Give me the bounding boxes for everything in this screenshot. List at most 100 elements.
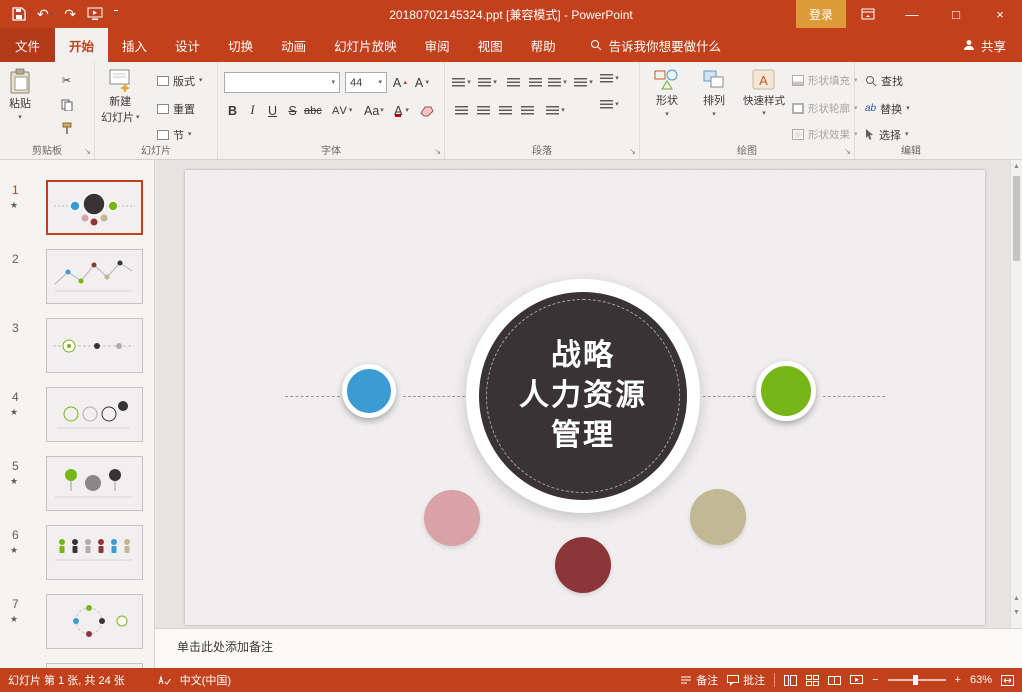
tab-design[interactable]: 设计 xyxy=(161,28,214,62)
quick-styles-button[interactable]: A 快速样式 ▾ xyxy=(738,68,790,117)
slide-thumbnail[interactable] xyxy=(46,456,143,511)
increase-font-button[interactable]: A▲ xyxy=(392,72,409,93)
font-color-button[interactable]: A▾ xyxy=(392,100,409,121)
share-button[interactable]: 共享 xyxy=(963,28,1022,62)
text-direction-button[interactable]: ▾ xyxy=(573,72,594,93)
font-dialog-launcher[interactable]: ↘ xyxy=(434,148,441,156)
decrease-font-button[interactable]: A▼ xyxy=(414,72,431,93)
view-reading-button[interactable] xyxy=(828,675,841,686)
dark-red-circle-shape[interactable] xyxy=(555,537,611,593)
slide-thumbnail[interactable] xyxy=(46,525,143,580)
decrease-indent-button[interactable] xyxy=(503,72,524,93)
cut-button[interactable]: ✂ xyxy=(56,70,77,91)
strikethrough-button[interactable]: S xyxy=(284,100,301,121)
slide-thumbnail[interactable] xyxy=(46,180,143,235)
vertical-scrollbar[interactable]: ▲ ▲ ▼ xyxy=(1010,160,1022,628)
ribbon-display-options-button[interactable] xyxy=(846,0,890,28)
center-circle-shape[interactable]: 战略 人力资源 管理 xyxy=(466,279,700,513)
align-left-button[interactable] xyxy=(451,100,472,121)
clipboard-dialog-launcher[interactable]: ↘ xyxy=(84,148,91,156)
customize-qat-button[interactable]: ▾ xyxy=(114,10,118,19)
underline-button[interactable]: U xyxy=(264,100,281,121)
layout-button[interactable]: 版式 ▾ xyxy=(157,70,203,91)
green-circle-shape[interactable] xyxy=(756,361,816,421)
bullets-button[interactable]: ▾ xyxy=(451,72,472,93)
close-button[interactable]: × xyxy=(978,0,1022,28)
change-case-button[interactable]: Aa▾ xyxy=(364,100,384,121)
slide-thumbnail[interactable] xyxy=(46,594,143,649)
text-shadow-button[interactable]: abc xyxy=(304,100,322,121)
zoom-slider[interactable] xyxy=(888,679,946,681)
reset-button[interactable]: 重置 xyxy=(157,98,195,119)
font-family-combobox[interactable]: ▾ xyxy=(224,72,340,93)
sign-in-button[interactable]: 登录 xyxy=(796,0,846,28)
align-right-button[interactable] xyxy=(495,100,516,121)
bold-button[interactable]: B xyxy=(224,100,241,121)
align-text-button[interactable]: ▾ xyxy=(599,68,620,89)
zoom-percentage[interactable]: 63% xyxy=(970,674,992,686)
shapes-button[interactable]: 形状 ▾ xyxy=(644,68,690,118)
font-size-combobox[interactable]: 44 ▾ xyxy=(345,72,387,93)
clear-formatting-button[interactable] xyxy=(418,100,435,121)
columns-button[interactable]: ▾ xyxy=(545,100,566,121)
tab-file[interactable]: 文件 xyxy=(0,28,55,62)
spellcheck-button[interactable] xyxy=(158,675,171,686)
view-normal-button[interactable] xyxy=(784,675,797,686)
next-slide-button[interactable]: ▼ xyxy=(1011,609,1022,616)
notes-pane[interactable]: 单击此处添加备注 xyxy=(155,628,1022,668)
maximize-button[interactable]: □ xyxy=(934,0,978,28)
justify-button[interactable] xyxy=(517,100,538,121)
tab-home[interactable]: 开始 xyxy=(55,28,108,62)
slide-thumbnail[interactable] xyxy=(46,318,143,373)
scrollbar-thumb[interactable] xyxy=(1013,176,1020,261)
align-center-button[interactable] xyxy=(473,100,494,121)
italic-button[interactable]: I xyxy=(244,100,261,121)
tellme-search[interactable]: 告诉我你想要做什么 xyxy=(590,28,722,62)
fit-slide-to-window-button[interactable] xyxy=(1001,675,1014,686)
character-spacing-button[interactable]: AV▾ xyxy=(332,100,353,121)
blue-circle-shape[interactable] xyxy=(342,364,396,418)
numbering-button[interactable]: ▾ xyxy=(477,72,498,93)
save-button[interactable] xyxy=(12,7,26,21)
line-spacing-button[interactable]: ▾ xyxy=(547,72,568,93)
tab-view[interactable]: 视图 xyxy=(464,28,517,62)
language-button[interactable]: 中文(中国) xyxy=(180,672,231,688)
replace-button[interactable]: ab 替换 ▾ xyxy=(865,98,910,119)
slide-thumbnail[interactable] xyxy=(46,387,143,442)
zoom-slider-thumb[interactable] xyxy=(913,675,918,685)
format-painter-button[interactable] xyxy=(56,118,77,139)
pink-circle-shape[interactable] xyxy=(424,490,480,546)
slide-thumbnail[interactable] xyxy=(46,249,143,304)
shape-outline-button[interactable]: 形状轮廓 ▾ xyxy=(792,98,858,119)
find-button[interactable]: 查找 xyxy=(865,70,903,91)
minimize-button[interactable]: — xyxy=(890,0,934,28)
start-slideshow-button[interactable] xyxy=(87,7,103,21)
paste-button[interactable]: 粘贴 ▾ xyxy=(8,68,32,121)
convert-smartart-button[interactable]: ▾ xyxy=(599,94,620,115)
notes-toggle-button[interactable]: 备注 xyxy=(680,672,718,688)
undo-button[interactable]: ↶▾ xyxy=(37,7,53,21)
scroll-up-button[interactable]: ▲ xyxy=(1011,163,1022,170)
tab-slideshow[interactable]: 幻灯片放映 xyxy=(320,28,411,62)
arrange-button[interactable]: 排列 ▾ xyxy=(692,68,736,118)
paragraph-dialog-launcher[interactable]: ↘ xyxy=(629,148,636,156)
comments-toggle-button[interactable]: 批注 xyxy=(727,672,765,688)
tab-help[interactable]: 帮助 xyxy=(517,28,570,62)
zoom-in-button[interactable]: + xyxy=(955,674,961,686)
shape-fill-button[interactable]: 形状填充 ▾ xyxy=(792,70,858,91)
slide-counter[interactable]: 幻灯片 第 1 张, 共 24 张 xyxy=(8,672,125,688)
zoom-out-button[interactable]: − xyxy=(872,674,878,686)
tab-animations[interactable]: 动画 xyxy=(267,28,320,62)
redo-button[interactable]: ↷ xyxy=(64,7,76,21)
new-slide-button[interactable]: 新建 幻灯片▾ xyxy=(101,68,140,124)
increase-indent-button[interactable] xyxy=(525,72,546,93)
previous-slide-button[interactable]: ▲ xyxy=(1011,595,1022,602)
view-slide-sorter-button[interactable] xyxy=(806,675,819,686)
tab-review[interactable]: 审阅 xyxy=(411,28,464,62)
copy-button[interactable] xyxy=(56,94,77,115)
tab-insert[interactable]: 插入 xyxy=(108,28,161,62)
tan-circle-shape[interactable] xyxy=(690,489,746,545)
view-slideshow-button[interactable] xyxy=(850,675,863,686)
slide-canvas[interactable]: 战略 人力资源 管理 xyxy=(185,170,985,625)
drawing-dialog-launcher[interactable]: ↘ xyxy=(844,148,851,156)
